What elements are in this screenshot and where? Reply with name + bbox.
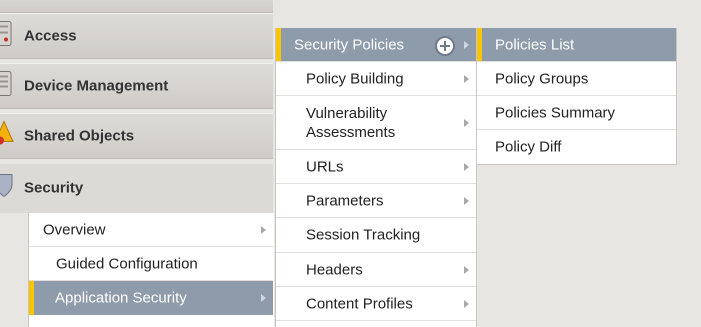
selection-indicator	[29, 281, 34, 315]
chevron-right-icon	[464, 74, 469, 83]
menu-header-label: Security Policies	[294, 36, 405, 53]
sidebar-item-label: Security	[24, 179, 84, 197]
menu-item-label: Policy Diff	[495, 138, 562, 156]
submenu-item-label: Application Security	[55, 289, 187, 307]
chevron-right-icon	[464, 162, 469, 171]
submenu-item-application-security[interactable]: Application Security	[29, 281, 273, 315]
menu-item-label-line1: Vulnerability	[306, 104, 388, 122]
submenu-item-label: Guided Configuration	[56, 255, 198, 272]
warning-shield-icon	[0, 120, 14, 153]
menu-item-label: URLs	[306, 158, 344, 175]
submenu-item-guided-configuration[interactable]: Guided Configuration	[29, 247, 273, 281]
policies-submenu: Policies List Policy Groups Policies Sum…	[476, 28, 677, 165]
server-icon	[0, 21, 12, 52]
menu-item-label: Session Tracking	[306, 226, 421, 244]
menu-item-policies-summary[interactable]: Policies Summary	[477, 96, 676, 130]
selection-indicator	[477, 28, 482, 61]
menu-item-label: Vulnerability Assessments	[306, 104, 395, 142]
sidebar-top-item[interactable]	[0, 0, 273, 13]
chevron-right-icon	[464, 196, 469, 205]
menu-item-vulnerability-assessments[interactable]: Vulnerability Assessments	[276, 96, 476, 150]
menu-item-label: Policy Groups	[495, 70, 589, 87]
menu-item-label: Policies List	[495, 36, 575, 53]
menu-item-label: Policies Summary	[495, 104, 616, 121]
menu-item-policies-list[interactable]: Policies List	[477, 28, 676, 62]
chevron-right-icon	[464, 40, 469, 49]
menu-item-parameters[interactable]: Parameters	[276, 184, 476, 218]
security-policies-menu: Security Policies Policy Building Vulner…	[275, 28, 477, 327]
security-submenu: Overview Guided Configuration Applicatio…	[28, 213, 274, 327]
menu-item-label-line2: Assessments	[306, 123, 396, 141]
chevron-right-icon	[464, 265, 469, 274]
menu-header-security-policies[interactable]: Security Policies	[276, 28, 476, 62]
shield-icon	[0, 172, 14, 205]
add-icon[interactable]	[435, 36, 455, 56]
menu-item-content-profiles[interactable]: Content Profiles	[276, 287, 476, 321]
menu-item-policy-building[interactable]: Policy Building	[276, 62, 476, 96]
submenu-item-label: Overview	[43, 221, 106, 238]
sidebar-item-device-management[interactable]: Device Management	[0, 63, 273, 109]
menu-item-policy-diff[interactable]: Policy Diff	[477, 130, 676, 164]
sidebar-item-security[interactable]: Security	[0, 164, 273, 213]
chevron-right-icon	[261, 294, 266, 302]
sidebar-item-shared-objects[interactable]: Shared Objects	[0, 113, 273, 159]
sidebar-item-label: Shared Objects	[24, 127, 135, 145]
menu-item-urls[interactable]: URLs	[276, 150, 476, 184]
menu-item-policy-groups[interactable]: Policy Groups	[477, 62, 676, 96]
sidebar-item-label: Access	[24, 27, 77, 45]
menu-item-label: Content Profiles	[306, 295, 413, 312]
menu-item-headers[interactable]: Headers	[276, 253, 476, 287]
submenu-item-overview[interactable]: Overview	[29, 213, 273, 247]
menu-item-session-tracking[interactable]: Session Tracking	[276, 218, 476, 253]
chevron-right-icon	[464, 118, 469, 127]
sidebar-item-access[interactable]: Access	[0, 13, 273, 59]
chevron-right-icon	[464, 299, 469, 308]
chevron-right-icon	[261, 225, 266, 234]
menu-item-label: Parameters	[306, 192, 384, 209]
menu-item-label: Headers	[306, 261, 363, 278]
sidebar-item-label: Device Management	[24, 77, 169, 95]
device-icon	[0, 71, 12, 102]
menu-item-label: Policy Building	[306, 70, 404, 87]
selection-indicator	[276, 28, 281, 61]
